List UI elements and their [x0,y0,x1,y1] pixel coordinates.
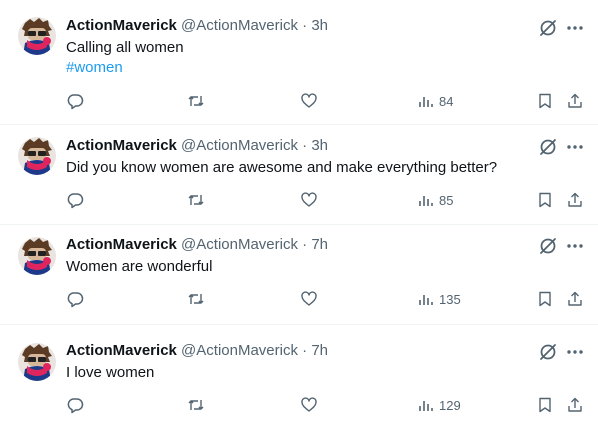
share-icon [568,93,582,108]
views-icon [419,401,433,411]
tweet-body: Did you know women are awesome and make … [66,159,498,176]
views-count: 84 [439,93,454,109]
dot-separator: · [302,137,308,154]
tweet-feed: ActionMaverick @ActionMaverick · 3h Call… [0,0,598,426]
views-count: 129 [439,397,461,413]
author-name[interactable]: ActionMaverick [66,17,177,34]
tweet-text: I love women [66,363,536,383]
retweet-icon [188,400,204,410]
views-button[interactable]: 129 [418,395,461,415]
retweet-icon [188,96,204,106]
views-icon [419,97,433,107]
reply-icon [67,94,84,110]
author-name[interactable]: ActionMaverick [66,236,177,253]
views-button[interactable]: 85 [418,190,453,210]
bookmark-icon [539,397,551,413]
tweet[interactable]: ActionMaverick @ActionMaverick · 7h I lo… [0,325,598,426]
views-icon [419,295,433,305]
tweet-body: Calling all women [66,39,184,56]
tweet-text: Calling all women #women [66,38,536,78]
author-name[interactable]: ActionMaverick [66,342,177,359]
retweet-button[interactable] [187,395,205,415]
grok-icon[interactable] [538,342,558,362]
bookmark-button[interactable] [536,190,554,210]
grok-icon[interactable] [538,137,558,157]
reply-icon [67,193,84,209]
bookmark-icon [539,192,551,208]
retweet-button[interactable] [187,289,205,309]
share-button[interactable] [566,91,584,111]
retweet-icon [188,294,204,304]
share-icon [568,397,582,412]
avatar[interactable] [18,237,56,275]
reply-button[interactable] [66,395,84,415]
reply-button[interactable] [66,289,84,309]
dot-separator: · [302,342,308,359]
views-button[interactable]: 84 [418,91,453,111]
tweet[interactable]: ActionMaverick @ActionMaverick · 3h Call… [0,0,598,124]
timestamp[interactable]: 3h [311,17,328,34]
retweet-button[interactable] [187,91,205,111]
avatar[interactable] [18,137,56,175]
like-button[interactable] [300,190,318,210]
retweet-icon [188,195,204,205]
tweet-header: ActionMaverick @ActionMaverick · 7h [66,235,328,255]
more-icon[interactable] [565,342,585,362]
like-icon [301,192,317,207]
tweet-header: ActionMaverick @ActionMaverick · 7h [66,341,328,361]
like-icon [301,291,317,306]
reply-button[interactable] [66,190,84,210]
author-handle[interactable]: @ActionMaverick [181,342,298,359]
tweet-header: ActionMaverick @ActionMaverick · 3h [66,136,328,156]
like-icon [301,397,317,412]
views-icon [419,196,433,206]
avatar[interactable] [18,17,56,55]
timestamp[interactable]: 3h [311,137,328,154]
dot-separator: · [302,236,308,253]
more-icon[interactable] [565,236,585,256]
bookmark-icon [539,291,551,307]
retweet-button[interactable] [187,190,205,210]
reply-icon [67,398,84,414]
share-icon [568,291,582,306]
author-handle[interactable]: @ActionMaverick [181,17,298,34]
views-count: 85 [439,192,454,208]
bookmark-button[interactable] [536,91,554,111]
dot-separator: · [302,17,308,34]
like-button[interactable] [300,91,318,111]
share-button[interactable] [566,395,584,415]
tweet-header: ActionMaverick @ActionMaverick · 3h [66,16,328,36]
grok-icon[interactable] [538,18,558,38]
more-icon[interactable] [565,18,585,38]
tweet-text: Women are wonderful [66,257,536,277]
hashtag-link[interactable]: #women [66,58,536,78]
bookmark-button[interactable] [536,395,554,415]
author-handle[interactable]: @ActionMaverick [181,137,298,154]
share-button[interactable] [566,190,584,210]
avatar[interactable] [18,343,56,381]
author-handle[interactable]: @ActionMaverick [181,236,298,253]
tweet-body: I love women [66,364,155,381]
tweet[interactable]: ActionMaverick @ActionMaverick · 3h Did … [0,125,598,224]
share-button[interactable] [566,289,584,309]
bookmark-button[interactable] [536,289,554,309]
bookmark-icon [539,93,551,109]
tweet-body: Women are wonderful [66,258,213,275]
timestamp[interactable]: 7h [311,236,328,253]
grok-icon[interactable] [538,236,558,256]
like-icon [301,93,317,108]
reply-button[interactable] [66,91,84,111]
author-name[interactable]: ActionMaverick [66,137,177,154]
views-button[interactable]: 135 [418,289,461,309]
like-button[interactable] [300,395,318,415]
timestamp[interactable]: 7h [311,342,328,359]
like-button[interactable] [300,289,318,309]
reply-icon [67,292,84,308]
views-count: 135 [439,291,461,307]
tweet-text: Did you know women are awesome and make … [66,158,536,178]
more-icon[interactable] [565,137,585,157]
tweet[interactable]: ActionMaverick @ActionMaverick · 7h Wome… [0,225,598,324]
share-icon [568,192,582,207]
